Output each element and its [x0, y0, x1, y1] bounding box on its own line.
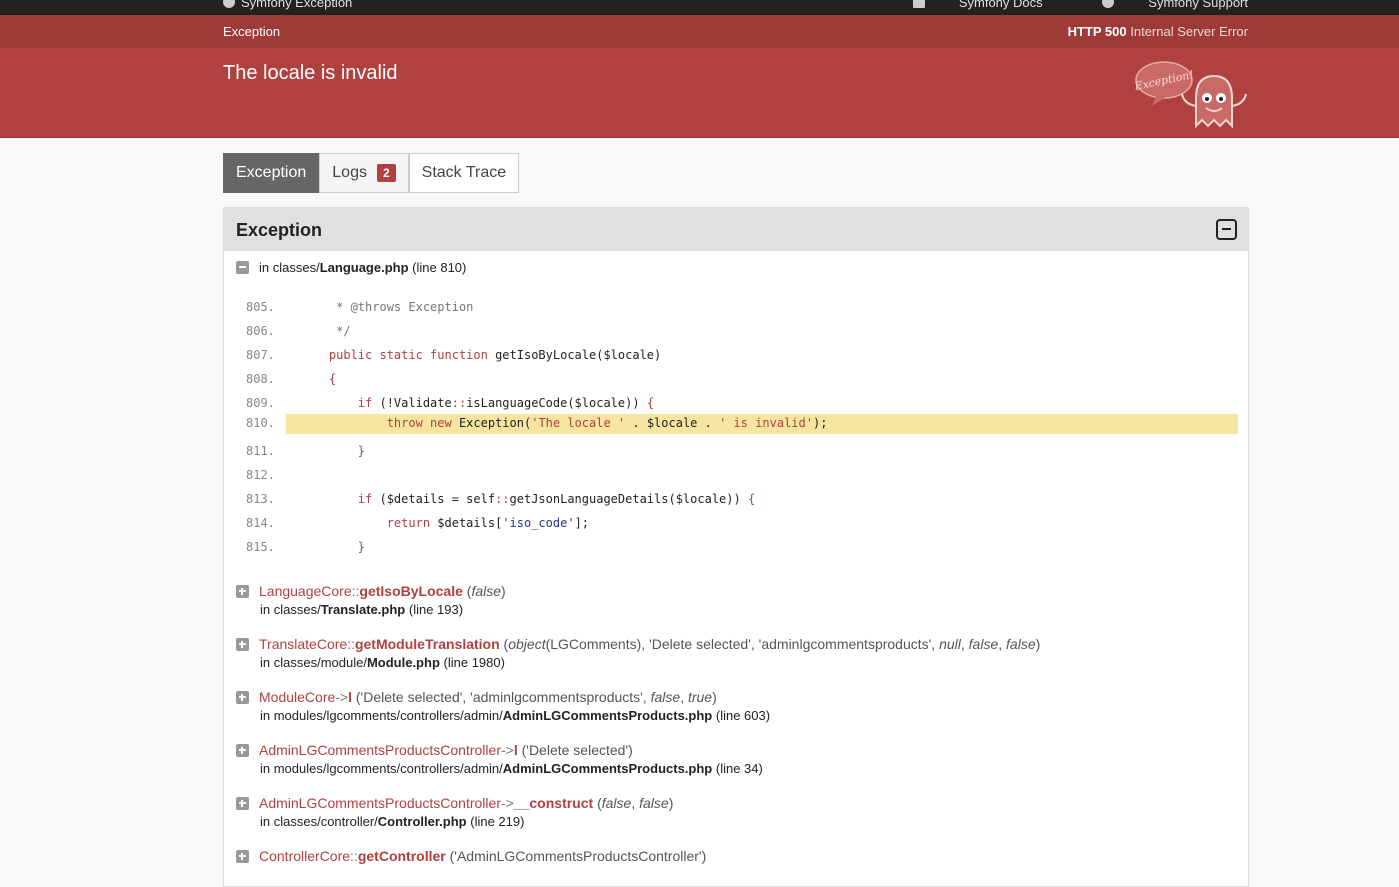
- code-line: 812.: [246, 468, 275, 482]
- book-icon: [912, 0, 925, 8]
- tab-exception[interactable]: Exception: [223, 153, 320, 193]
- code-line: 806. */: [246, 324, 351, 338]
- exception-header: Exception HTTP 500 Internal Server Error…: [0, 15, 1399, 138]
- expand-trace-icon[interactable]: [236, 744, 249, 757]
- trace-item: AdminLGCommentsProductsController->__con…: [236, 795, 1236, 829]
- exception-ghost-icon: Exception!: [1134, 61, 1247, 128]
- trace-item: ModuleCore->l ('Delete selected', 'admin…: [236, 689, 1236, 723]
- exception-class: Exception: [223, 24, 281, 39]
- status-text: Internal Server Error: [1130, 24, 1248, 39]
- expand-trace-icon[interactable]: [236, 691, 249, 704]
- brand-label: Symfony Exception: [241, 0, 353, 10]
- symfony-brand-link[interactable]: Symfony Exception: [223, 0, 352, 10]
- http-status: HTTP 500 Internal Server Error: [1068, 24, 1248, 39]
- symfony-support-link[interactable]: Symfony Support: [1074, 0, 1248, 10]
- tab-bar: Exception Logs 2 Stack Trace: [223, 153, 520, 193]
- trace-item: LanguageCore::getIsoByLocale (false) in …: [236, 583, 1236, 617]
- code-line: 815. }: [246, 540, 366, 554]
- code-line: 813. if ($details = self::getJsonLanguag…: [246, 492, 756, 506]
- tab-stack-trace[interactable]: Stack Trace: [408, 153, 520, 193]
- code-line: 805. * @throws Exception: [246, 300, 474, 314]
- panel-title: Exception: [236, 220, 323, 240]
- collapse-code-toggle-icon[interactable]: [236, 261, 249, 274]
- expand-trace-icon[interactable]: [236, 850, 249, 863]
- exception-location: in classes/Language.php (line 810): [236, 260, 466, 275]
- symfony-docs-link[interactable]: Symfony Docs: [885, 0, 1043, 10]
- top-bar: Symfony Exception Symfony Docs Symfony S…: [0, 0, 1399, 15]
- code-excerpt: 805. * @throws Exception 806. */ 807. pu…: [236, 296, 1238, 560]
- trace-item: AdminLGCommentsProductsController->l ('D…: [236, 742, 1236, 776]
- location-file: Language.php: [319, 260, 409, 275]
- tab-logs[interactable]: Logs 2: [319, 153, 409, 193]
- trace-item: TranslateCore::getModuleTranslation (obj…: [236, 636, 1236, 670]
- status-code: HTTP 500: [1067, 24, 1127, 39]
- collapse-panel-button[interactable]: [1216, 219, 1237, 240]
- exception-message: The locale is invalid: [223, 62, 398, 84]
- code-line: 814. return $details['iso_code'];: [246, 516, 590, 530]
- expand-trace-icon[interactable]: [236, 638, 249, 651]
- logs-count-badge: 2: [376, 164, 396, 182]
- trace-item: ControllerCore::getController ('AdminLGC…: [236, 848, 1236, 864]
- code-line: 808. {: [246, 372, 337, 386]
- highlighted-code-line: 810. throw new Exception('The locale ' .…: [236, 414, 1238, 434]
- expand-trace-icon[interactable]: [236, 797, 249, 810]
- expand-trace-icon[interactable]: [236, 585, 249, 598]
- symfony-logo-icon: [223, 0, 235, 8]
- code-line: 811. }: [246, 444, 366, 458]
- panel-header: Exception: [224, 208, 1248, 251]
- top-links: Symfony Docs Symfony Support: [857, 0, 1248, 10]
- code-line: 807. public static function getIsoByLoca…: [246, 348, 662, 362]
- exception-panel: Exception in classes/Language.php (line …: [223, 207, 1249, 887]
- exception-meta-bar: Exception HTTP 500 Internal Server Error: [0, 15, 1399, 48]
- code-line: 809. if (!Validate::isLanguageCode($loca…: [246, 396, 655, 410]
- support-icon: [1102, 0, 1115, 8]
